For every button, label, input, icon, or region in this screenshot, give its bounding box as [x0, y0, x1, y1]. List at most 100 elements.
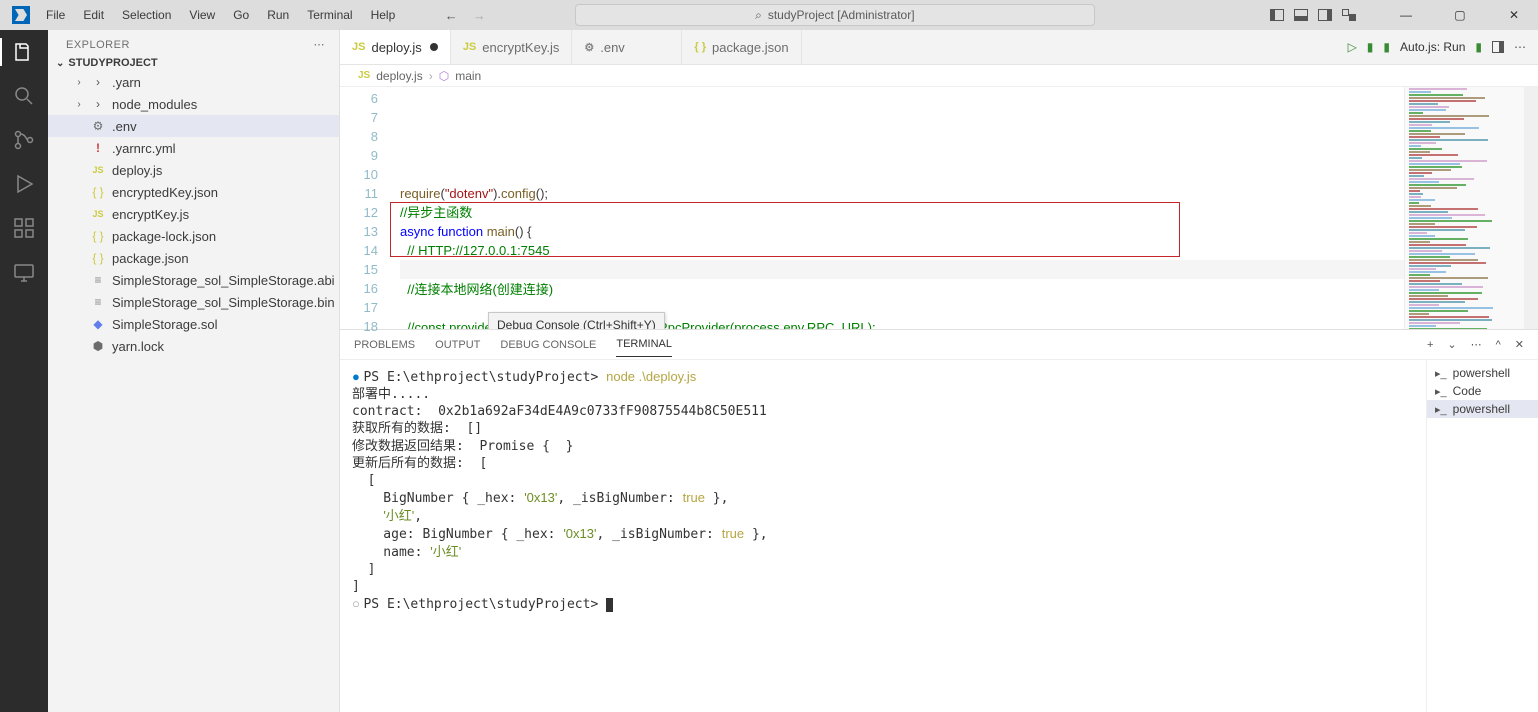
title-bar: File Edit Selection View Go Run Terminal… [0, 0, 1538, 30]
close-button[interactable]: ✕ [1494, 8, 1534, 22]
run-icon[interactable]: ▷ [1348, 40, 1357, 54]
new-terminal-icon[interactable]: + [1427, 333, 1433, 357]
explorer-more-icon[interactable]: ⋯ [314, 38, 326, 51]
editor-tab[interactable]: JSencryptKey.js [451, 30, 573, 64]
nav-forward-icon[interactable]: → [471, 8, 487, 23]
menu-selection[interactable]: Selection [114, 4, 179, 26]
terminal-dropdown-icon[interactable]: ⌄ [1447, 332, 1456, 357]
file-tree-item[interactable]: ! .yarnrc.yml [48, 137, 339, 159]
command-center[interactable]: ⌕ studyProject [Administrator] [575, 4, 1095, 26]
split-editor-icon[interactable] [1492, 41, 1504, 53]
terminal-output[interactable]: ● PS E:\ethproject\studyProject> node .\… [340, 360, 1426, 712]
json-icon: { } [90, 251, 106, 265]
menu-bar: File Edit Selection View Go Run Terminal… [38, 4, 403, 26]
minimap[interactable] [1404, 87, 1524, 329]
file-name: yarn.lock [112, 339, 164, 354]
file-tree-item[interactable]: { }package.json [48, 247, 339, 269]
file-tree-item[interactable]: ››node_modules [48, 93, 339, 115]
file-name: .yarnrc.yml [112, 141, 176, 156]
chevron-right-icon: › [429, 69, 433, 83]
terminal-session[interactable]: ▸_powershell [1427, 364, 1538, 382]
lock-icon: ⬢ [90, 339, 106, 353]
symbol-method-icon: ⬡ [439, 69, 449, 83]
autojs-run-label[interactable]: Auto.js: Run [1400, 40, 1465, 54]
terminal-session[interactable]: ▸_Code [1427, 382, 1538, 400]
customize-layout-icon[interactable] [1342, 9, 1356, 21]
excl-icon: ! [90, 141, 106, 155]
code-editor[interactable]: 6789101112131415161718 Debug Console (Ct… [340, 87, 1538, 329]
menu-file[interactable]: File [38, 4, 73, 26]
editor-tab[interactable]: { }package.json [682, 30, 801, 64]
panel-more-icon[interactable]: ⋯ [1471, 332, 1482, 357]
activity-extensions-icon[interactable] [10, 214, 38, 242]
minimize-button[interactable]: — [1386, 8, 1426, 22]
terminal-session[interactable]: ▸_powershell [1427, 400, 1538, 418]
file-tree-item[interactable]: { }package-lock.json [48, 225, 339, 247]
breadcrumb[interactable]: JS deploy.js › ⬡ main [340, 65, 1538, 87]
activity-bar [0, 30, 48, 712]
terminal-session-name: powershell [1453, 402, 1510, 416]
explorer-sidebar: EXPLORER ⋯ ⌄ STUDYPROJECT ››.yarn››node_… [48, 30, 340, 712]
file-tree-item[interactable]: ⬢ yarn.lock [48, 335, 339, 357]
json-icon: { } [694, 41, 706, 53]
menu-go[interactable]: Go [225, 4, 257, 26]
file-tree-item[interactable]: ⚙.env [48, 115, 339, 137]
tab-label: encryptKey.js [482, 40, 559, 55]
js-file-icon: JS [358, 70, 370, 81]
tab-label: deploy.js [371, 40, 421, 55]
file-tree-item[interactable]: { }encryptedKey.json [48, 181, 339, 203]
file-tree-item[interactable]: ››.yarn [48, 71, 339, 93]
bottom-panel: PROBLEMS OUTPUT DEBUG CONSOLE TERMINAL +… [340, 329, 1538, 712]
file-name: encryptedKey.json [112, 185, 218, 200]
close-panel-icon[interactable]: ✕ [1515, 332, 1524, 357]
menu-view[interactable]: View [181, 4, 223, 26]
android-icon-2[interactable]: ▮ [1383, 40, 1390, 54]
terminal-session-name: powershell [1453, 366, 1510, 380]
panel-tab-problems[interactable]: PROBLEMS [354, 333, 415, 357]
activity-run-debug-icon[interactable] [10, 170, 38, 198]
editor-scrollbar[interactable] [1524, 87, 1538, 329]
toggle-sidebar-icon[interactable] [1270, 9, 1284, 21]
maximize-button[interactable]: ▢ [1440, 8, 1480, 22]
editor-area: JSdeploy.jsJSencryptKey.js⚙.env{ }packag… [340, 30, 1538, 712]
menu-help[interactable]: Help [363, 4, 404, 26]
window-controls: — ▢ ✕ [1270, 8, 1534, 22]
file-name: package-lock.json [112, 229, 216, 244]
android-icon[interactable]: ▮ [1367, 40, 1374, 54]
file-icon: ≡ [90, 273, 106, 287]
menu-run[interactable]: Run [259, 4, 297, 26]
activity-remote-icon[interactable] [10, 258, 38, 286]
activity-search-icon[interactable] [10, 82, 38, 110]
toggle-panel-icon[interactable] [1294, 9, 1308, 21]
nav-back-icon[interactable]: ← [443, 8, 459, 23]
gear-icon: ⚙ [584, 41, 594, 54]
file-tree-item[interactable]: ≡SimpleStorage_sol_SimpleStorage.abi [48, 269, 339, 291]
file-tree-item[interactable]: JSencryptKey.js [48, 203, 339, 225]
toggle-secondary-icon[interactable] [1318, 9, 1332, 21]
panel-tab-output[interactable]: OUTPUT [435, 333, 480, 357]
editor-tab[interactable]: JSdeploy.js [340, 30, 451, 64]
chevron-right-icon: › [74, 77, 84, 88]
vscode-icon [12, 6, 30, 24]
file-name: encryptKey.js [112, 207, 189, 222]
project-root[interactable]: ⌄ STUDYPROJECT [48, 55, 339, 71]
activity-source-control-icon[interactable] [10, 126, 38, 154]
file-tree-item[interactable]: ≡SimpleStorage_sol_SimpleStorage.bin [48, 291, 339, 313]
command-center-text: studyProject [Administrator] [768, 8, 915, 22]
file-tree: ››.yarn››node_modules⚙.env! .yarnrc.yml JS… [48, 71, 339, 712]
menu-edit[interactable]: Edit [75, 4, 112, 26]
code-content[interactable]: Debug Console (Ctrl+Shift+Y) require("do… [388, 87, 1538, 329]
android-icon-3[interactable]: ▮ [1475, 40, 1482, 54]
menu-terminal[interactable]: Terminal [299, 4, 360, 26]
panel-tab-terminal[interactable]: TERMINAL [616, 332, 672, 357]
file-tree-item[interactable]: ◆SimpleStorage.sol [48, 313, 339, 335]
editor-actions: ▷ ▮ ▮ Auto.js: Run ▮ ⋯ [1336, 30, 1538, 64]
more-actions-icon[interactable]: ⋯ [1514, 40, 1526, 54]
file-tree-item[interactable]: JSdeploy.js [48, 159, 339, 181]
layout-controls [1270, 9, 1356, 21]
file-name: SimpleStorage.sol [112, 317, 218, 332]
editor-tab[interactable]: ⚙.env [572, 30, 682, 64]
activity-explorer-icon[interactable] [10, 38, 38, 66]
maximize-panel-icon[interactable]: ^ [1496, 333, 1501, 357]
panel-tab-debug-console[interactable]: DEBUG CONSOLE [500, 333, 596, 357]
